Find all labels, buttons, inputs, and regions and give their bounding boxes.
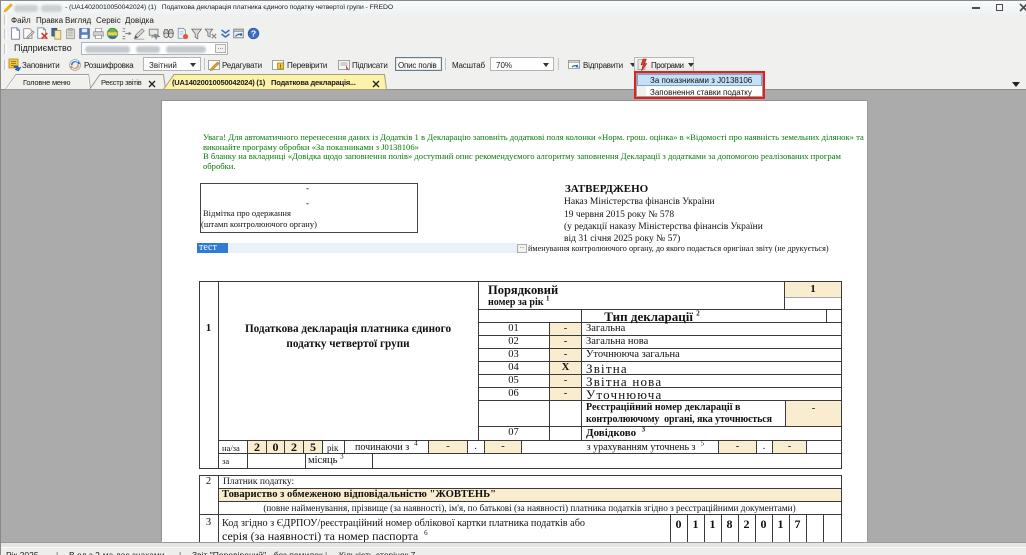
- svg-text:?: ?: [251, 29, 256, 39]
